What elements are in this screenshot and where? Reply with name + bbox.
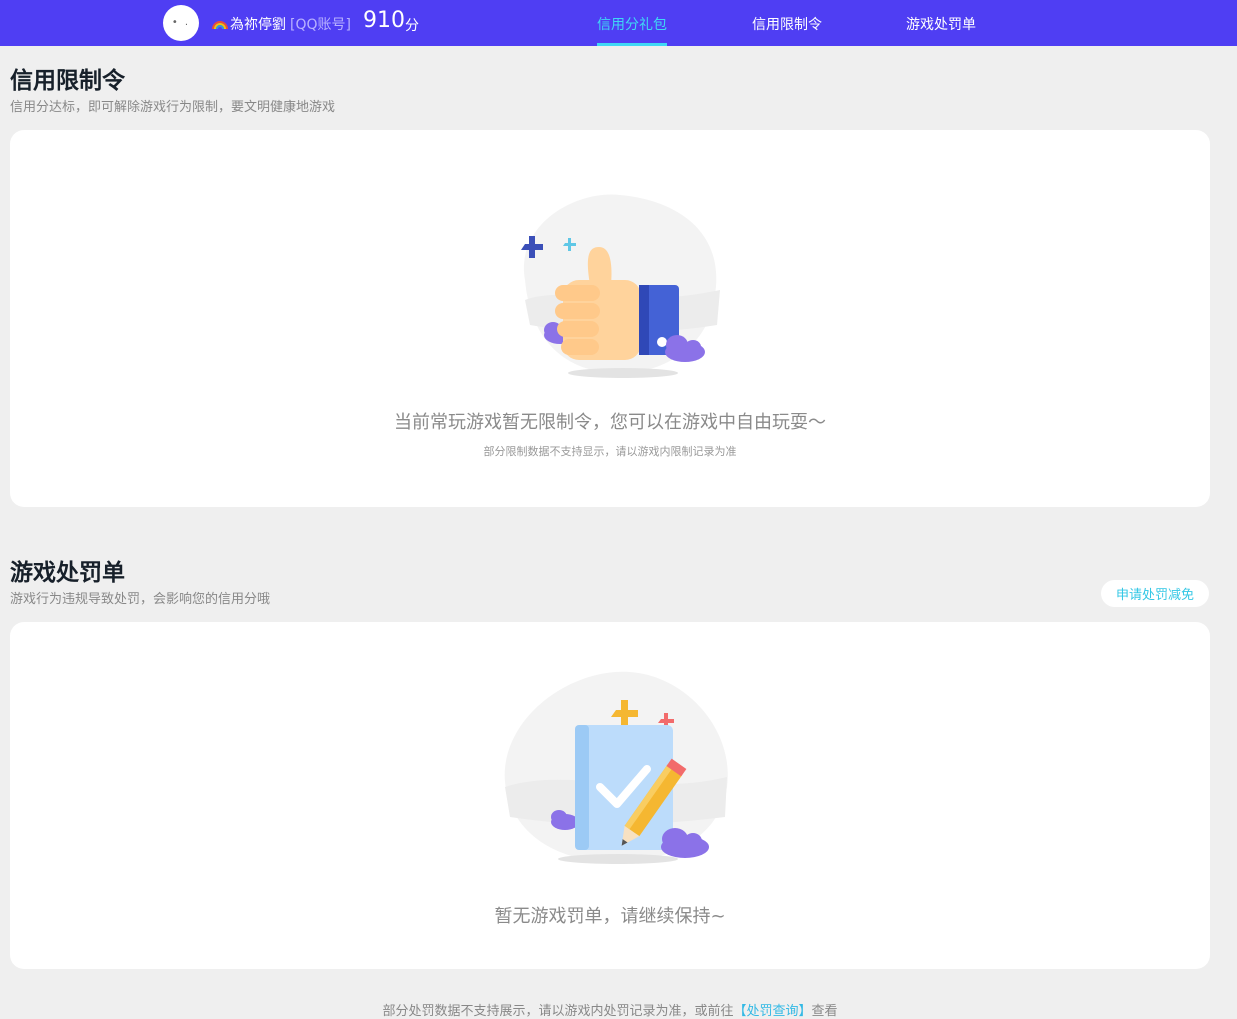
apply-penalty-reduction-button[interactable]: 申请处罚减免 xyxy=(1101,580,1209,607)
credit-score-value: 910 xyxy=(363,8,405,33)
avatar[interactable]: • . xyxy=(163,5,199,41)
tab-game-penalty[interactable]: 游戏处罚单 xyxy=(906,14,976,34)
penalty-section-subtitle: 游戏行为违规导致处罚，会影响您的信用分哦 xyxy=(10,592,271,607)
restriction-empty-note: 部分限制数据不支持显示，请以游戏内限制记录为准 xyxy=(483,445,737,458)
user-nickname: 為祢停劉 xyxy=(212,14,286,34)
penalty-query-link[interactable]: 【处罚查询】 xyxy=(733,1004,811,1019)
thumbs-up-icon xyxy=(521,194,720,378)
restriction-card: 当前常玩游戏暂无限制令，您可以在游戏中自由玩耍～ 部分限制数据不支持显示，请以游… xyxy=(10,130,1210,507)
active-tab-indicator xyxy=(597,43,667,46)
penalty-footer-note: 部分处罚数据不支持展示，请以游戏内处罚记录为准，或前往【处罚查询】查看 xyxy=(0,1000,1220,1019)
penalty-card: 暂无游戏罚单，请继续保持~ xyxy=(10,622,1210,969)
restriction-section-title: 信用限制令 xyxy=(10,68,125,94)
tab-credit-gift[interactable]: 信用分礼包 xyxy=(597,14,667,34)
avatar-face-icon: • . xyxy=(171,17,191,28)
restriction-section-subtitle: 信用分达标，即可解除游戏行为限制，要文明健康地游戏 xyxy=(10,100,336,115)
top-bar: • . 為祢停劉 [QQ账号] 910 分 信用分礼包 信用限制令 游戏处罚单 xyxy=(0,0,1237,46)
footer-note-prefix: 部分处罚数据不支持展示，请以游戏内处罚记录为准，或前往 xyxy=(382,1004,734,1019)
penalty-empty-text: 暂无游戏罚单，请继续保持~ xyxy=(494,906,726,927)
checklist-pencil-icon xyxy=(504,671,728,864)
account-type-tag: [QQ账号] xyxy=(290,17,351,33)
tab-credit-restriction[interactable]: 信用限制令 xyxy=(752,14,822,34)
nickname-text: 為祢停劉 xyxy=(230,17,286,33)
credit-score-unit: 分 xyxy=(405,18,419,34)
footer-note-suffix: 查看 xyxy=(811,1004,838,1019)
rainbow-icon xyxy=(212,21,228,30)
penalty-section-title: 游戏处罚单 xyxy=(10,560,125,586)
restriction-empty-text: 当前常玩游戏暂无限制令，您可以在游戏中自由玩耍～ xyxy=(394,412,826,433)
